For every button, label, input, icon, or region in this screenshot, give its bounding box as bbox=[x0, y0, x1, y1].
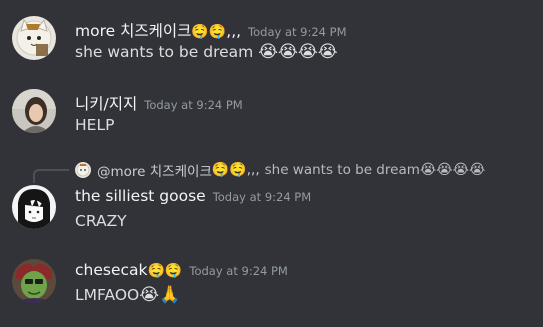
username-emoji: 🤤🤤 bbox=[147, 263, 183, 279]
reply-username-suffix: ,,, bbox=[246, 162, 260, 178]
emoji-loudly-crying[interactable]: 😭😭😭😭 bbox=[258, 42, 337, 62]
avatar[interactable] bbox=[12, 259, 56, 303]
timestamp[interactable]: Today at 9:24 PM bbox=[144, 98, 242, 112]
message-text: HELP bbox=[75, 116, 115, 134]
timestamp[interactable]: Today at 9:24 PM bbox=[248, 25, 346, 39]
message-text: CRAZY bbox=[75, 212, 127, 230]
reply-username-emoji: 🤤🤤 bbox=[211, 162, 247, 178]
username-emoji: 🤤🤤 bbox=[191, 24, 227, 40]
message-content: LMFAOO😭🙏 bbox=[75, 285, 180, 305]
message-content: HELP bbox=[75, 116, 114, 134]
reply-text: she wants to be dream bbox=[264, 162, 420, 178]
avatar[interactable] bbox=[12, 185, 56, 229]
username[interactable]: the silliest goose bbox=[75, 187, 206, 205]
message-text: she wants to be dream bbox=[75, 43, 259, 61]
girl-photo-avatar-icon bbox=[12, 89, 56, 133]
reply-reference[interactable]: @more 치즈케이크 🤤🤤,,, she wants to be dream 😭… bbox=[75, 160, 485, 180]
message-content: she wants to be dream 😭😭😭😭 bbox=[75, 42, 338, 62]
reply-spine bbox=[33, 169, 69, 183]
reply-avatar bbox=[75, 162, 91, 178]
username-suffix: ,,, bbox=[226, 22, 242, 40]
green-character-avatar-icon bbox=[12, 259, 56, 303]
avatar[interactable] bbox=[12, 16, 56, 60]
emoji-crying-praying[interactable]: 😭🙏 bbox=[139, 285, 180, 305]
username[interactable]: more 치즈케이크 bbox=[75, 19, 191, 41]
cat-avatar-icon bbox=[75, 162, 91, 178]
anime-sketch-avatar-icon bbox=[12, 185, 56, 229]
username[interactable]: 니키/지지 bbox=[75, 92, 137, 114]
avatar[interactable] bbox=[12, 89, 56, 133]
timestamp[interactable]: Today at 9:24 PM bbox=[213, 190, 311, 204]
reply-emoji-loudly-crying: 😭😭😭😭 bbox=[419, 162, 486, 178]
timestamp[interactable]: Today at 9:24 PM bbox=[189, 264, 287, 278]
reply-username[interactable]: @more 치즈케이크 bbox=[97, 160, 212, 180]
message-text: LMFAOO bbox=[75, 286, 140, 304]
message-content: CRAZY bbox=[75, 212, 127, 230]
cat-avatar-icon bbox=[12, 16, 56, 60]
username[interactable]: chesecak bbox=[75, 261, 148, 279]
